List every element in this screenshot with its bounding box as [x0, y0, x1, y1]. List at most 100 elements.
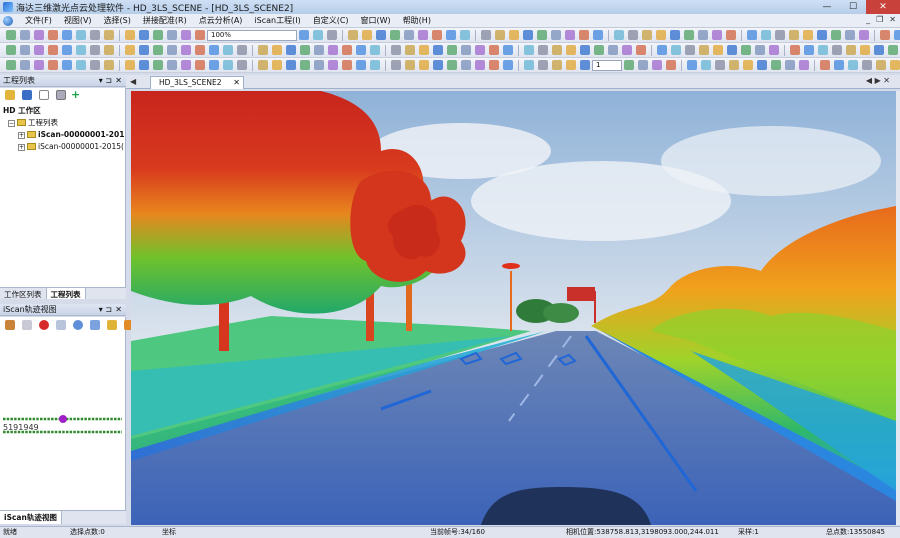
- zoom-icon[interactable]: [712, 30, 722, 40]
- view-icon[interactable]: [419, 60, 429, 70]
- layer-icon[interactable]: [715, 60, 725, 70]
- layer-icon[interactable]: [90, 60, 100, 70]
- select-icon[interactable]: [390, 30, 400, 40]
- zoom-fit-icon[interactable]: [22, 320, 32, 330]
- pan-icon[interactable]: [20, 60, 30, 70]
- measure-icon[interactable]: [62, 30, 72, 40]
- zoom-icon[interactable]: [328, 45, 338, 55]
- view-icon[interactable]: [890, 60, 900, 70]
- zoom-icon[interactable]: [34, 30, 44, 40]
- measure-icon[interactable]: [356, 45, 366, 55]
- export-icon[interactable]: [139, 30, 149, 40]
- pan-icon[interactable]: [20, 45, 30, 55]
- select-icon[interactable]: [6, 30, 16, 40]
- layer-icon[interactable]: [538, 45, 548, 55]
- layer-icon[interactable]: [327, 30, 337, 40]
- filter-icon[interactable]: [313, 30, 323, 40]
- filter-icon[interactable]: [761, 30, 771, 40]
- tree-project-item[interactable]: + iScan-00000001-2015(: [18, 130, 124, 139]
- export-icon[interactable]: [286, 45, 296, 55]
- rotate-icon[interactable]: [579, 30, 589, 40]
- view-icon[interactable]: [272, 60, 282, 70]
- tab-workspace-list[interactable]: 工作区列表: [0, 288, 47, 299]
- pan-icon[interactable]: [404, 30, 414, 40]
- measure-icon[interactable]: [299, 30, 309, 40]
- select-icon[interactable]: [300, 60, 310, 70]
- zoom-icon[interactable]: [181, 60, 191, 70]
- view-icon[interactable]: [362, 30, 372, 40]
- color-icon[interactable]: [729, 60, 739, 70]
- filter-icon[interactable]: [370, 60, 380, 70]
- select-icon[interactable]: [153, 30, 163, 40]
- tab-nav-left-icon[interactable]: ◀: [130, 77, 136, 86]
- filter-icon[interactable]: [671, 45, 681, 55]
- pin-icon[interactable]: ▾ ⊐: [99, 304, 112, 316]
- rotate-icon[interactable]: [790, 45, 800, 55]
- point-cloud-viewport[interactable]: [131, 91, 896, 525]
- view-icon[interactable]: [803, 30, 813, 40]
- layer-icon[interactable]: [832, 45, 842, 55]
- frame-step-field[interactable]: 1: [592, 59, 622, 71]
- zoom-icon[interactable]: [475, 60, 485, 70]
- select-icon[interactable]: [153, 45, 163, 55]
- rotate-icon[interactable]: [195, 30, 205, 40]
- select-icon[interactable]: [684, 30, 694, 40]
- filter-icon[interactable]: [701, 60, 711, 70]
- color-icon[interactable]: [642, 30, 652, 40]
- layer-icon[interactable]: [90, 30, 100, 40]
- color-icon[interactable]: [348, 30, 358, 40]
- menu-file[interactable]: 文件(F): [19, 15, 58, 26]
- target-icon[interactable]: [73, 320, 83, 330]
- tree-project-list[interactable]: − 工程列表: [8, 117, 58, 128]
- export-icon[interactable]: [376, 30, 386, 40]
- pan-icon[interactable]: [314, 45, 324, 55]
- rotate-icon[interactable]: [489, 60, 499, 70]
- export-icon[interactable]: [433, 60, 443, 70]
- zoom-icon[interactable]: [181, 45, 191, 55]
- filter-icon[interactable]: [370, 45, 380, 55]
- filter-icon[interactable]: [223, 45, 233, 55]
- copy-icon[interactable]: [56, 90, 66, 100]
- filter-icon[interactable]: [460, 30, 470, 40]
- color-icon[interactable]: [552, 60, 562, 70]
- tab-scroll-controls[interactable]: ◀ ▶ ✕: [866, 76, 890, 85]
- measure-icon[interactable]: [62, 45, 72, 55]
- measure-icon[interactable]: [209, 45, 219, 55]
- export-icon[interactable]: [286, 60, 296, 70]
- filter-icon[interactable]: [76, 30, 86, 40]
- save-icon[interactable]: [22, 90, 32, 100]
- rotate-icon[interactable]: [432, 30, 442, 40]
- rotate-icon[interactable]: [666, 60, 676, 70]
- measure-icon[interactable]: [593, 30, 603, 40]
- filter-icon[interactable]: [848, 60, 858, 70]
- color-icon[interactable]: [495, 30, 505, 40]
- select-icon[interactable]: [771, 60, 781, 70]
- menu-customize[interactable]: 自定义(C): [307, 15, 355, 26]
- pan-icon[interactable]: [698, 30, 708, 40]
- export-icon[interactable]: [727, 45, 737, 55]
- filter-icon[interactable]: [524, 45, 534, 55]
- view-icon[interactable]: [125, 45, 135, 55]
- measure-icon[interactable]: [747, 30, 757, 40]
- export-icon[interactable]: [874, 45, 884, 55]
- measure-icon[interactable]: [62, 60, 72, 70]
- pan-icon[interactable]: [845, 30, 855, 40]
- export-icon[interactable]: [433, 45, 443, 55]
- layer-icon[interactable]: [862, 60, 872, 70]
- pan-icon[interactable]: [167, 60, 177, 70]
- select-icon[interactable]: [447, 45, 457, 55]
- expand-icon[interactable]: +: [18, 144, 25, 151]
- pan-icon[interactable]: [461, 60, 471, 70]
- measure-icon[interactable]: [804, 45, 814, 55]
- view-icon[interactable]: [566, 60, 576, 70]
- measure-icon[interactable]: [209, 60, 219, 70]
- view-icon[interactable]: [272, 45, 282, 55]
- layer-icon[interactable]: [775, 30, 785, 40]
- zoom-icon[interactable]: [769, 45, 779, 55]
- location-pin-icon[interactable]: [39, 320, 49, 330]
- select-icon[interactable]: [6, 60, 16, 70]
- measure-icon[interactable]: [657, 45, 667, 55]
- current-position-marker[interactable]: [59, 415, 67, 423]
- filter-icon[interactable]: [223, 60, 233, 70]
- color-icon[interactable]: [846, 45, 856, 55]
